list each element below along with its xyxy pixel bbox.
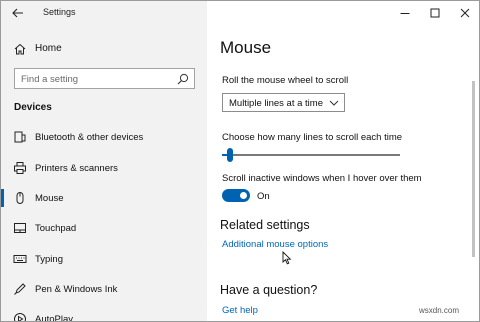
search-box[interactable]: [14, 68, 195, 89]
bluetooth-icon: [14, 131, 26, 143]
title-bar: Settings: [1, 1, 207, 25]
watermark-text: wsxdn.com: [419, 306, 460, 315]
mouse-icon: [16, 192, 24, 204]
sidebar-item-label: Typing: [35, 254, 63, 265]
lines-slider[interactable]: [222, 148, 400, 162]
app-title: Settings: [43, 7, 76, 17]
close-icon: [460, 8, 470, 18]
search-icon[interactable]: [177, 73, 189, 85]
sidebar-item-typing[interactable]: Typing: [1, 247, 207, 271]
scroll-mode-value: Multiple lines at a time: [229, 98, 323, 109]
slider-thumb[interactable]: [227, 148, 233, 162]
sidebar-item-autoplay[interactable]: AutoPlay: [1, 307, 207, 322]
sidebar-item-label: Pen & Windows Ink: [35, 284, 118, 295]
lines-slider-label: Choose how many lines to scroll each tim…: [222, 132, 403, 143]
touchpad-icon: [14, 223, 26, 233]
printer-icon: [14, 162, 26, 174]
home-icon: [14, 43, 26, 55]
keyboard-icon: [13, 255, 27, 263]
sidebar-item-label: Bluetooth & other devices: [35, 132, 144, 143]
sidebar-item-pen[interactable]: Pen & Windows Ink: [1, 277, 207, 301]
inactive-scroll-label: Scroll inactive windows when I hover ove…: [222, 173, 422, 184]
nav-home[interactable]: Home: [1, 37, 207, 61]
maximize-icon: [430, 8, 440, 18]
page-title: Mouse: [220, 38, 272, 57]
autoplay-icon: [14, 313, 26, 321]
minimize-icon: [400, 13, 410, 14]
main-content: Mouse Roll the mouse wheel to scroll Mul…: [207, 25, 479, 321]
mouse-pointer-icon: [282, 251, 292, 265]
chevron-down-icon: [329, 100, 339, 106]
pen-icon: [14, 283, 26, 295]
sidebar-item-touchpad[interactable]: Touchpad: [1, 216, 207, 240]
slider-track: [222, 154, 400, 156]
sidebar: Settings Home Devices Bluetooth & other …: [1, 1, 207, 322]
scrollbar[interactable]: [472, 81, 475, 257]
sidebar-item-label: Printers & scanners: [35, 163, 118, 174]
sidebar-item-label: AutoPlay: [35, 314, 74, 322]
get-help-link[interactable]: Get help: [222, 305, 258, 316]
related-settings-heading: Related settings: [220, 218, 310, 232]
sidebar-item-printers[interactable]: Printers & scanners: [1, 156, 207, 180]
inactive-scroll-toggle[interactable]: [222, 189, 250, 202]
toggle-state-label: On: [257, 191, 270, 202]
window-controls: [207, 1, 479, 25]
additional-mouse-options-link[interactable]: Additional mouse options: [222, 239, 328, 250]
maximize-button[interactable]: [420, 1, 450, 25]
back-button[interactable]: [10, 5, 26, 21]
minimize-button[interactable]: [390, 1, 420, 25]
sidebar-item-bluetooth[interactable]: Bluetooth & other devices: [1, 125, 207, 149]
section-title-devices: Devices: [14, 102, 52, 113]
search-input[interactable]: [21, 72, 171, 86]
close-button[interactable]: [450, 1, 479, 25]
selection-indicator: [1, 189, 4, 207]
toggle-knob: [240, 192, 247, 199]
sidebar-item-label: Mouse: [35, 193, 64, 204]
scroll-setting-label: Roll the mouse wheel to scroll: [222, 75, 349, 86]
back-arrow-icon: [12, 8, 23, 18]
settings-window: Settings Home Devices Bluetooth & other …: [0, 0, 480, 322]
sidebar-item-label: Touchpad: [35, 223, 77, 234]
nav-home-label: Home: [35, 43, 62, 54]
sidebar-item-mouse[interactable]: Mouse: [1, 186, 207, 210]
question-heading: Have a question?: [220, 283, 318, 297]
scroll-mode-dropdown[interactable]: Multiple lines at a time: [222, 93, 345, 112]
